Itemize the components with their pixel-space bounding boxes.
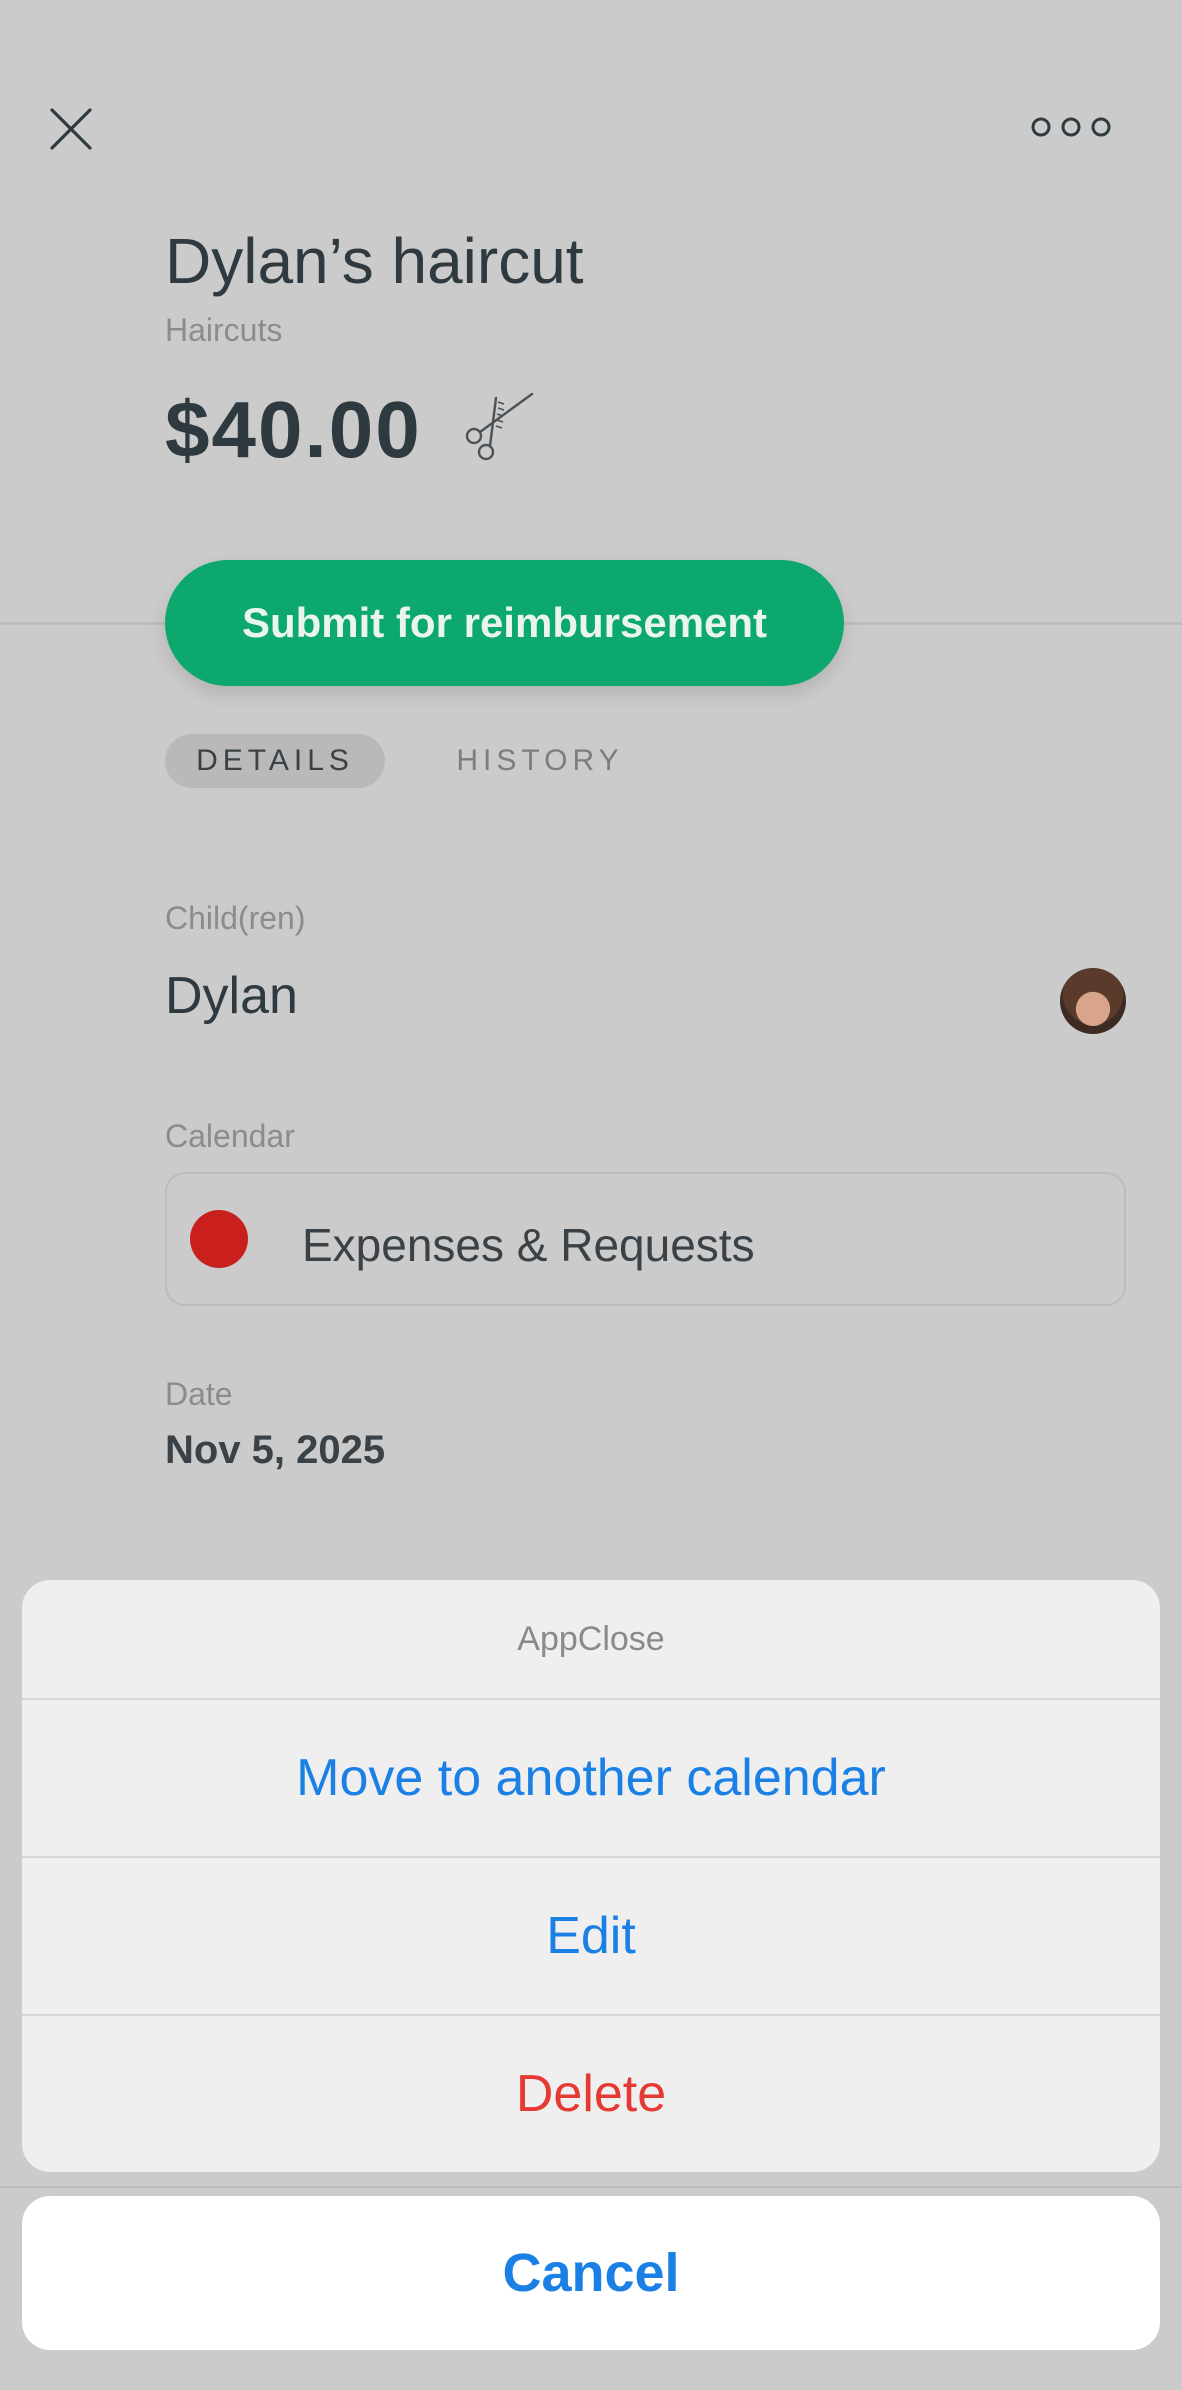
date-value: Nov 5, 2025 <box>165 1428 386 1472</box>
action-sheet-title: AppClose <box>22 1580 1160 1700</box>
child-name: Dylan <box>165 967 298 1025</box>
delete-button[interactable]: Delete <box>22 2016 1160 2172</box>
close-icon[interactable] <box>48 106 94 152</box>
tab-history[interactable]: HISTORY <box>430 734 650 788</box>
children-label: Child(ren) <box>165 900 306 936</box>
date-label: Date <box>165 1376 233 1412</box>
category-label: Haircuts <box>165 312 283 348</box>
calendar-name: Expenses & Requests <box>302 1219 755 1271</box>
calendar-color-dot <box>190 1210 248 1268</box>
sheet-divider <box>0 2186 1182 2188</box>
move-calendar-button[interactable]: Move to another calendar <box>22 1700 1160 1858</box>
tab-details[interactable]: DETAILS <box>165 734 385 788</box>
page-title: Dylan’s haircut <box>165 225 584 297</box>
action-sheet: AppClose Move to another calendar Edit D… <box>22 1580 1160 2172</box>
edit-button[interactable]: Edit <box>22 1858 1160 2016</box>
submit-reimbursement-button[interactable]: Submit for reimbursement <box>165 560 844 686</box>
avatar <box>1060 968 1126 1034</box>
cancel-button[interactable]: Cancel <box>22 2196 1160 2350</box>
calendar-label: Calendar <box>165 1118 295 1154</box>
scissors-icon <box>458 384 540 466</box>
more-icon[interactable] <box>1030 112 1112 142</box>
expense-amount: $40.00 <box>165 385 422 474</box>
